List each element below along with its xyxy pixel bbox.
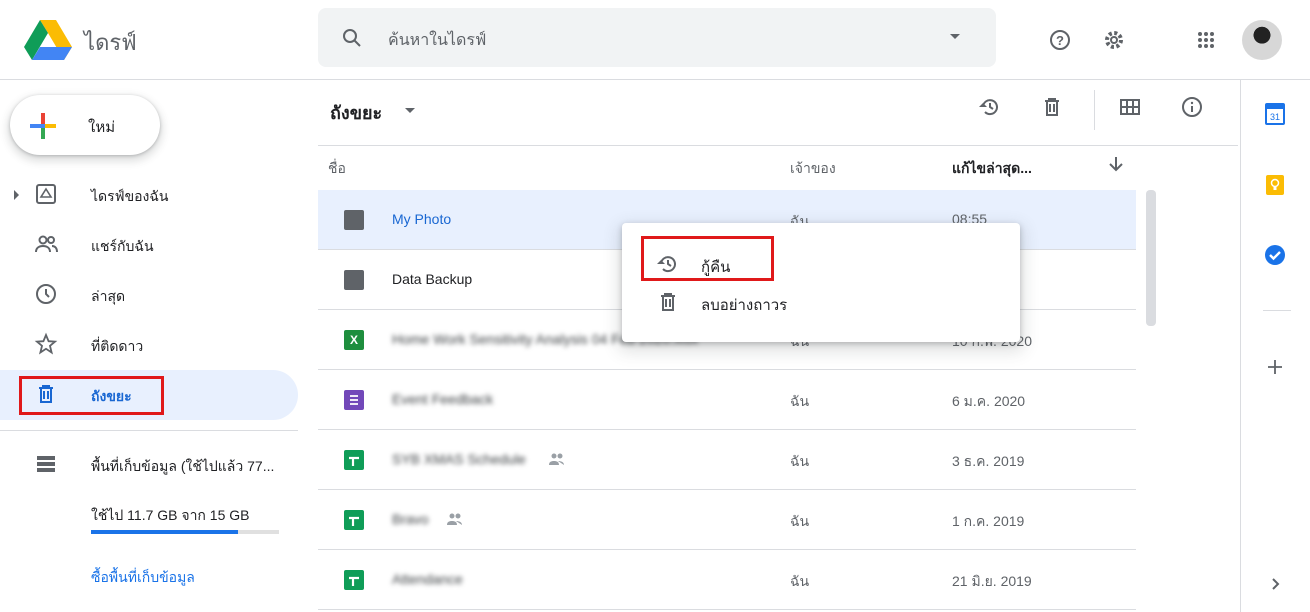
- search-options-icon[interactable]: [950, 34, 960, 39]
- star-icon: [34, 332, 58, 356]
- file-name: Bravo: [392, 511, 429, 527]
- folder-icon: [344, 210, 364, 230]
- sheet-file-icon: [344, 510, 364, 530]
- apps-icon[interactable]: [1192, 26, 1220, 54]
- sidebar-item-storage[interactable]: พื้นที่เก็บข้อมูล (ใช้ไปแล้ว 77...: [0, 440, 298, 490]
- file-owner: ฉัน: [790, 453, 810, 469]
- sidebar-item-label: ล่าสุด: [91, 288, 126, 304]
- file-date: 21 มิ.ย. 2019: [952, 573, 1032, 589]
- file-name: Event Feedback: [392, 391, 494, 407]
- restore-highlight-box: [641, 236, 774, 281]
- toolbar-divider: [1094, 90, 1095, 130]
- storage-used-text: ใช้ไป 11.7 GB จาก 15 GB: [91, 507, 250, 523]
- top-bar: ไดรฟ์ ค้นหาในไดรฟ์ ?: [0, 0, 1310, 80]
- file-name: SYB XMAS Schedule: [392, 451, 526, 467]
- page-title[interactable]: ถังขยะ: [330, 98, 382, 127]
- file-owner: ฉัน: [790, 513, 810, 529]
- search-input[interactable]: ค้นหาในไดรฟ์: [388, 28, 486, 53]
- menu-item-delete-label: ลบอย่างถาวร: [701, 297, 788, 314]
- search-icon[interactable]: [340, 26, 364, 50]
- chevron-right-icon[interactable]: [1265, 574, 1285, 594]
- storage-progress-fill: [91, 530, 238, 534]
- scrollbar[interactable]: [1146, 190, 1156, 326]
- column-modified[interactable]: แก้ไขล่าสุด...: [952, 158, 1032, 180]
- sidebar-item-my-drive[interactable]: ไดรฟ์ของฉัน: [0, 170, 298, 220]
- drive-icon: [34, 182, 58, 206]
- avatar[interactable]: [1242, 20, 1282, 60]
- sheet-file-icon: [344, 450, 364, 470]
- file-date: 3 ธ.ค. 2019: [952, 453, 1025, 469]
- column-name[interactable]: ชื่อ: [328, 158, 346, 180]
- file-row[interactable]: Attendance ฉัน 21 มิ.ย. 2019: [318, 550, 1136, 610]
- tasks-icon[interactable]: [1265, 245, 1285, 265]
- chevron-down-icon[interactable]: [405, 108, 415, 113]
- svg-text:?: ?: [1056, 33, 1064, 48]
- shared-icon: [446, 512, 464, 526]
- trash-icon: [656, 290, 680, 314]
- buy-storage-link[interactable]: ซื้อพื้นที่เก็บข้อมูล: [91, 567, 195, 589]
- column-owner[interactable]: เจ้าของ: [790, 158, 836, 180]
- sidebar-item-recent[interactable]: ล่าสุด: [0, 270, 298, 320]
- clock-icon: [34, 282, 58, 306]
- expand-arrow-icon[interactable]: [14, 190, 19, 200]
- trash-highlight-box: [19, 376, 164, 415]
- file-name: My Photo: [392, 211, 452, 227]
- search-bar[interactable]: ค้นหาในไดรฟ์: [318, 8, 996, 67]
- new-button-label: ใหม่: [88, 119, 116, 136]
- excel-file-icon: X: [344, 330, 364, 350]
- side-panel-divider: [1263, 310, 1291, 311]
- file-row[interactable]: Bravo ฉัน 1 ก.ค. 2019: [318, 490, 1136, 550]
- sidebar-divider: [0, 430, 298, 431]
- calendar-day-text: 31: [1270, 112, 1280, 122]
- plus-icon: [30, 113, 56, 139]
- calendar-icon[interactable]: 31: [1265, 103, 1285, 125]
- main-divider: [318, 145, 1238, 146]
- storage-progress-bar: [91, 530, 279, 534]
- sidebar-item-starred[interactable]: ที่ติดดาว: [0, 320, 298, 370]
- file-owner: ฉัน: [790, 573, 810, 589]
- sort-arrow-icon[interactable]: [1106, 154, 1126, 174]
- file-row[interactable]: SYB XMAS Schedule ฉัน 3 ธ.ค. 2019: [318, 430, 1136, 490]
- restore-history-icon[interactable]: [978, 95, 1006, 123]
- file-date: 6 ม.ค. 2020: [952, 393, 1026, 409]
- sidebar-item-label: ไดรฟ์ของฉัน: [91, 188, 169, 204]
- people-icon: [34, 232, 58, 256]
- menu-item-delete-forever[interactable]: [622, 283, 1020, 323]
- storage-icon: [34, 452, 58, 476]
- app-title[interactable]: ไดรฟ์: [84, 25, 137, 60]
- new-button[interactable]: ใหม่: [10, 95, 160, 155]
- drive-logo-icon[interactable]: [24, 20, 72, 60]
- folder-icon: [344, 270, 364, 290]
- file-date: 1 ก.ค. 2019: [952, 513, 1025, 529]
- file-row[interactable]: Event Feedback ฉัน 6 ม.ค. 2020: [318, 370, 1136, 430]
- sidebar-item-label: แชร์กับฉัน: [91, 238, 154, 254]
- sidebar-item-label: พื้นที่เก็บข้อมูล (ใช้ไปแล้ว 77...: [91, 458, 275, 474]
- file-name: Attendance: [392, 571, 463, 587]
- help-icon[interactable]: ?: [1046, 26, 1074, 54]
- sidebar-item-label: ที่ติดดาว: [91, 338, 144, 354]
- keep-icon[interactable]: [1265, 175, 1285, 195]
- empty-trash-icon[interactable]: [1040, 95, 1068, 123]
- side-panel: [1240, 80, 1310, 612]
- file-name: Data Backup: [392, 271, 473, 287]
- grid-view-icon[interactable]: [1118, 95, 1146, 123]
- sidebar-item-shared[interactable]: แชร์กับฉัน: [0, 220, 298, 270]
- add-addon-icon[interactable]: [1265, 357, 1285, 377]
- settings-icon[interactable]: [1100, 26, 1128, 54]
- form-file-icon: [344, 390, 364, 410]
- info-icon[interactable]: [1180, 95, 1208, 123]
- sheet-file-icon: [344, 570, 364, 590]
- shared-icon: [548, 452, 566, 466]
- file-owner: ฉัน: [790, 393, 810, 409]
